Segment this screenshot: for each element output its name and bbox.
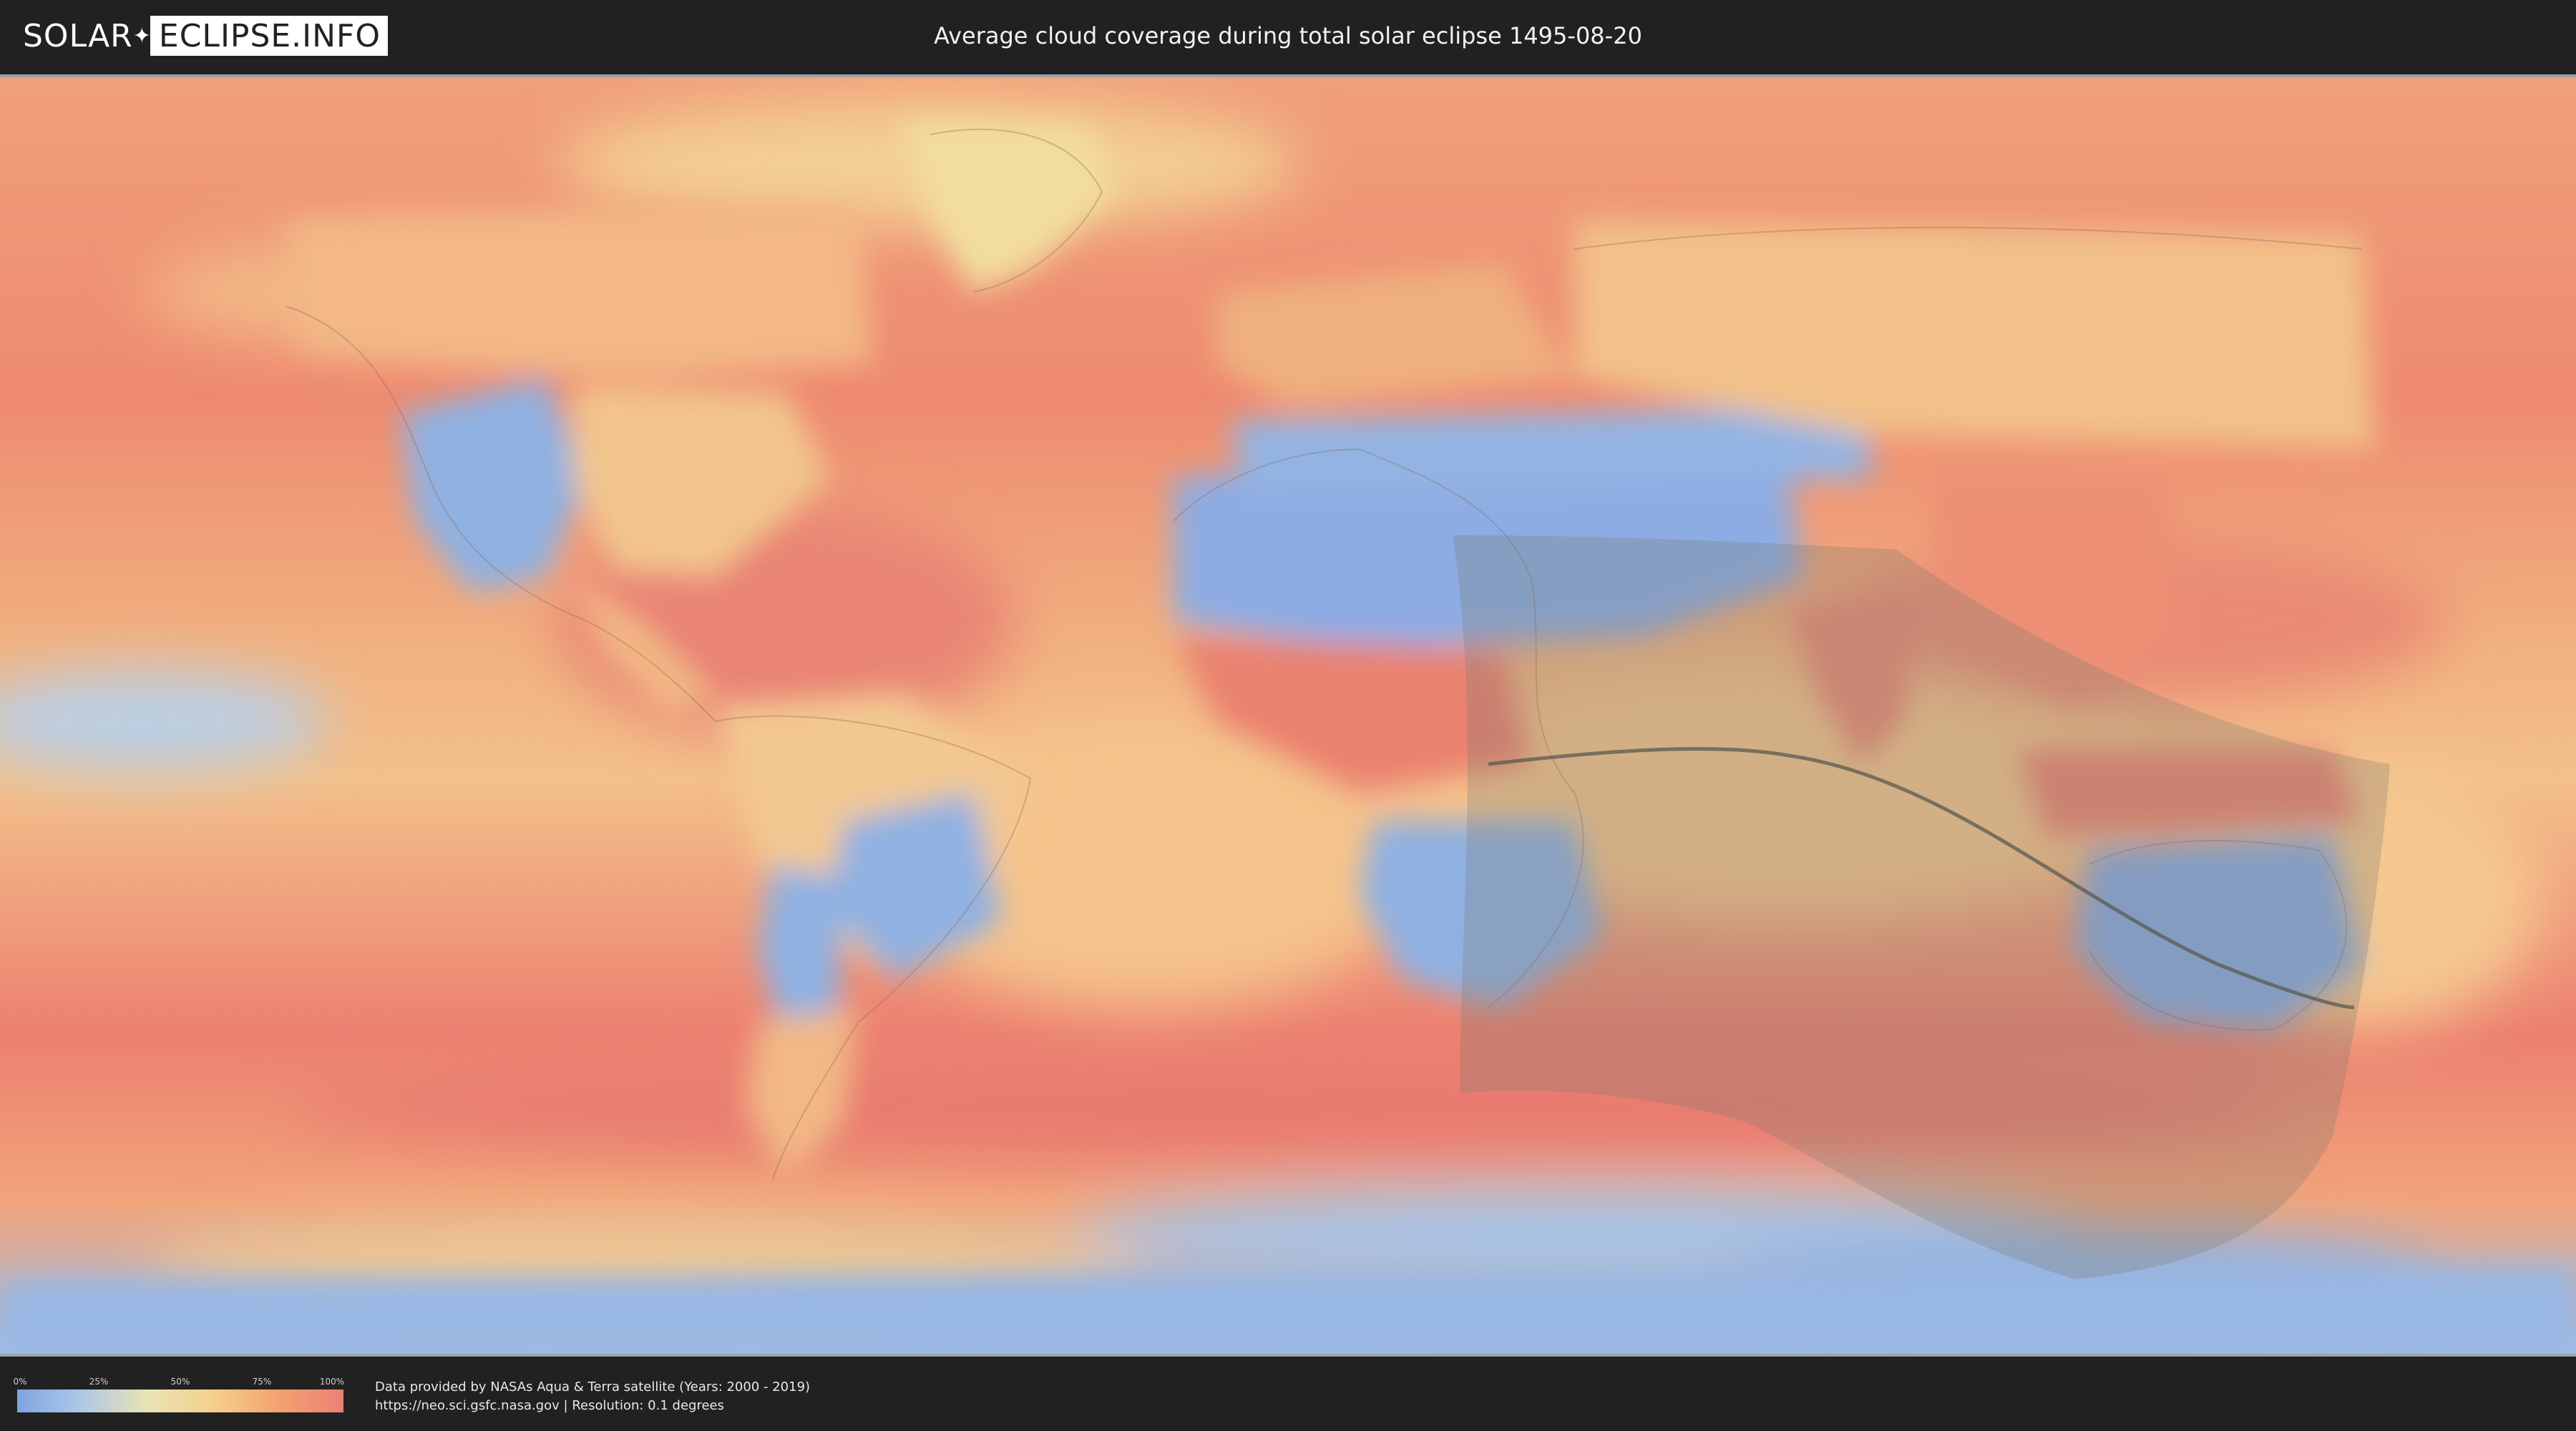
header-bar: SOLAR ✦ ECLIPSE.INFO Average cloud cover…: [0, 0, 2576, 72]
legend-tick: 0%: [13, 1377, 27, 1387]
credit-line-2: https://neo.sci.gsfc.nasa.gov | Resoluti…: [375, 1398, 724, 1413]
credit-line-1: Data provided by NASAs Aqua & Terra sate…: [375, 1379, 811, 1395]
coverage-legend: 0% 25% 50% 75% 100%: [13, 1377, 345, 1412]
legend-color-bar: [17, 1390, 343, 1412]
legend-tick: 50%: [170, 1377, 190, 1387]
legend-ticks: 0% 25% 50% 75% 100%: [13, 1377, 345, 1390]
page-title: Average cloud coverage during total sola…: [934, 22, 1642, 49]
map-svg: [0, 77, 2576, 1354]
legend-tick: 75%: [252, 1377, 272, 1387]
legend-tick: 25%: [89, 1377, 109, 1387]
cloud-coverage-map[interactable]: [0, 74, 2576, 1357]
footer-bar: 0% 25% 50% 75% 100% Data provided by NAS…: [0, 1359, 2576, 1431]
data-credits: Data provided by NASAs Aqua & Terra sate…: [375, 1378, 810, 1415]
legend-tick: 100%: [319, 1377, 345, 1387]
